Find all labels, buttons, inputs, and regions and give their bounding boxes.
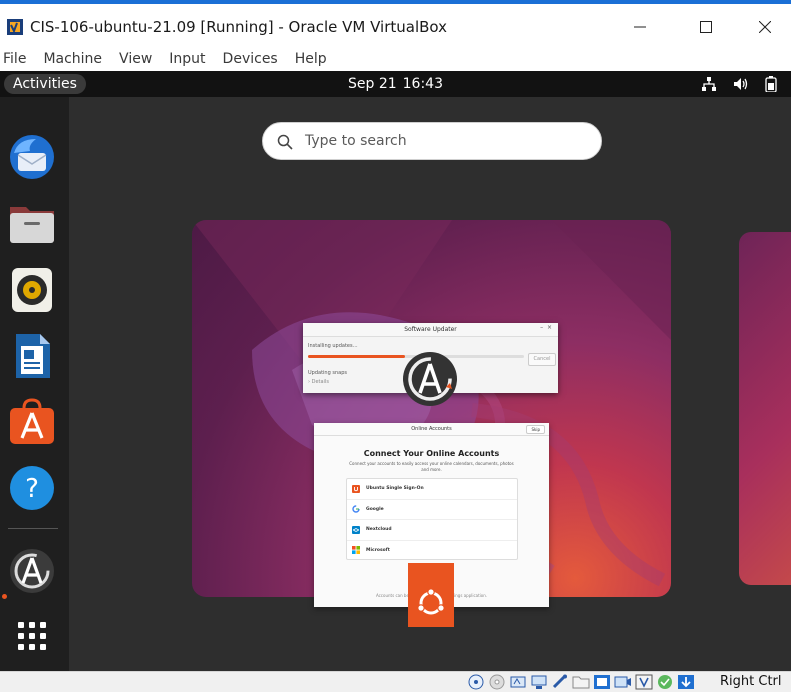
window-titlebar: CIS-106-ubuntu-21.09 [Running] - Oracle …	[0, 0, 791, 48]
svg-text:?: ?	[25, 474, 39, 504]
window-title: CIS-106-ubuntu-21.09 [Running] - Oracle …	[30, 18, 447, 36]
nextcloud-icon	[352, 525, 360, 534]
gnome-top-bar: Activities Sep 21 16:43	[0, 71, 791, 97]
provider-google[interactable]: Google	[347, 500, 517, 520]
files-icon[interactable]	[8, 199, 56, 247]
provider-microsoft[interactable]: Microsoft	[347, 541, 517, 561]
battery-icon	[765, 76, 777, 92]
updater-status: Installing updates…	[308, 343, 358, 349]
accounts-title: Online Accounts	[314, 423, 549, 436]
clock-time: 16:43	[402, 76, 443, 92]
ubuntu-sso-icon	[352, 484, 360, 493]
menu-input[interactable]: Input	[166, 48, 213, 70]
provider-nextcloud[interactable]: Nextcloud	[347, 520, 517, 541]
dock: ?	[0, 97, 69, 671]
close-icon	[759, 21, 771, 33]
status-indicators	[467, 674, 695, 690]
search-input[interactable]: Type to search	[305, 123, 407, 159]
host-key-label: Right Ctrl	[720, 674, 782, 689]
maximize-button[interactable]	[686, 14, 726, 40]
software-updater-app-icon	[403, 352, 457, 406]
menu-view[interactable]: View	[116, 48, 160, 70]
libreoffice-writer-icon[interactable]	[8, 332, 56, 380]
updater-window-controls[interactable]: – ×	[540, 324, 552, 331]
rhythmbox-icon[interactable]	[8, 266, 56, 314]
clock-date: Sep 21	[347, 76, 397, 92]
google-icon	[352, 505, 360, 513]
audio-icon[interactable]	[509, 674, 527, 690]
menu-bar: File Machine View Input Devices Help	[0, 48, 791, 70]
network-adapter-icon[interactable]	[530, 674, 548, 690]
next-workspace-thumbnail[interactable]	[739, 232, 791, 585]
system-tray[interactable]	[701, 76, 777, 92]
minimize-icon	[634, 26, 646, 28]
help-icon[interactable]: ?	[8, 464, 56, 512]
ubuntu-logo-icon	[408, 563, 454, 627]
app-center-icon[interactable]	[8, 398, 56, 446]
menu-machine[interactable]: Machine	[40, 48, 110, 70]
accounts-skip-button[interactable]: Skip	[526, 425, 545, 434]
menu-file[interactable]: File	[0, 48, 34, 70]
virtualbox-logo-icon	[7, 19, 23, 35]
microsoft-icon	[352, 546, 360, 555]
virtualbox-status-bar: Right Ctrl	[0, 671, 791, 692]
display-icon[interactable]	[593, 674, 611, 690]
updater-title: Software Updater	[303, 323, 558, 337]
overview-search[interactable]: Type to search	[262, 122, 602, 160]
menu-help[interactable]: Help	[292, 48, 335, 70]
running-indicator	[2, 594, 7, 599]
updater-details-link[interactable]: › Details	[308, 379, 329, 385]
show-apps-icon[interactable]	[8, 612, 56, 660]
guest-display[interactable]: Activities Sep 21 16:43 ? Type to search…	[0, 71, 791, 671]
shared-folders-icon[interactable]	[572, 674, 590, 690]
optical-drive-icon[interactable]	[488, 674, 506, 690]
accounts-provider-list: Ubuntu Single Sign-On Google Nextcloud M…	[346, 478, 518, 560]
mouse-integration-icon[interactable]	[677, 674, 695, 690]
provider-label: Ubuntu Single Sign-On	[366, 486, 424, 492]
updater-cancel-button[interactable]: Cancel	[528, 353, 556, 366]
provider-label: Microsoft	[366, 547, 390, 553]
virtualization-icon[interactable]	[635, 674, 653, 690]
close-button[interactable]	[745, 14, 785, 40]
volume-icon	[734, 78, 748, 90]
accounts-description: Connect your accounts to easily access y…	[349, 461, 514, 472]
accounts-heading: Connect Your Online Accounts	[363, 449, 500, 458]
guest-additions-icon[interactable]	[656, 674, 674, 690]
updater-progress-fill	[308, 355, 406, 358]
provider-label: Google	[366, 506, 384, 512]
updater-detail: Updating snaps	[308, 370, 347, 376]
thunderbird-icon[interactable]	[8, 133, 56, 181]
clock[interactable]: Sep 21 16:43	[0, 71, 791, 97]
network-icon	[702, 77, 716, 91]
usb-icon[interactable]	[551, 674, 569, 690]
hard-disk-icon[interactable]	[467, 674, 485, 690]
menu-devices[interactable]: Devices	[220, 48, 286, 70]
minimize-button[interactable]	[620, 14, 660, 40]
maximize-icon	[700, 21, 712, 33]
video-capture-icon[interactable]	[614, 674, 632, 690]
provider-ubuntu-sso[interactable]: Ubuntu Single Sign-On	[347, 479, 517, 500]
provider-label: Nextcloud	[366, 527, 392, 533]
dock-separator	[8, 528, 58, 529]
software-updater-icon[interactable]	[8, 547, 56, 595]
search-icon	[277, 134, 293, 150]
